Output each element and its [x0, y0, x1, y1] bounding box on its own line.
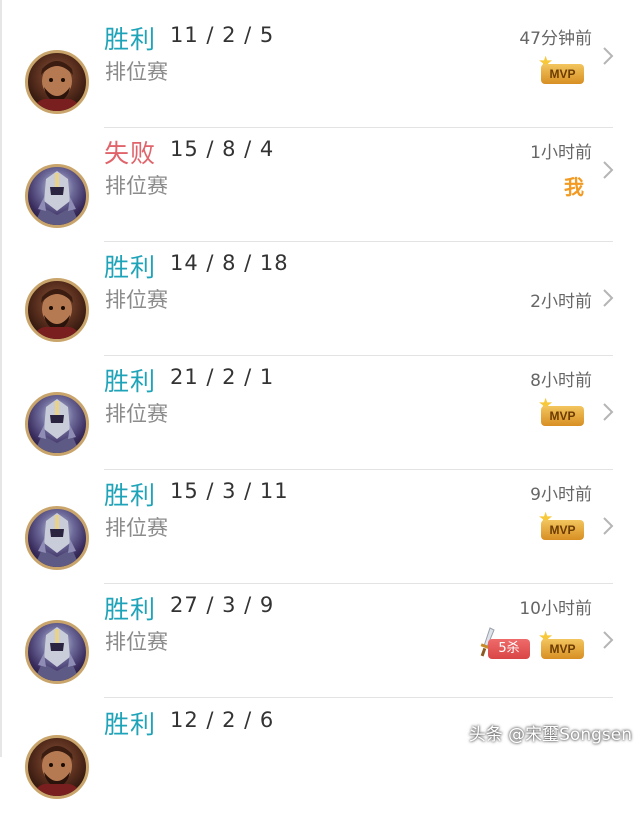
hero-avatar — [25, 392, 89, 456]
warrior-portrait-icon — [32, 746, 82, 796]
me-badge: 我 — [564, 175, 584, 199]
kda-score: 15 / 8 / 4 — [170, 137, 275, 161]
chevron-right-icon — [603, 631, 614, 649]
match-time: 9小时前 — [530, 485, 592, 505]
mvp-badge: ★ MVP — [538, 630, 584, 659]
match-result: 胜利 — [104, 710, 157, 739]
kda-score: 12 / 2 / 6 — [170, 708, 275, 732]
hero-avatar — [25, 506, 89, 570]
match-result: 失败 — [104, 139, 157, 168]
hero-avatar — [25, 620, 89, 684]
match-time: 8小时前 — [530, 371, 592, 391]
chevron-right-icon — [603, 517, 614, 535]
kda-score: 11 / 2 / 5 — [170, 23, 275, 47]
hero-avatar — [25, 164, 89, 228]
match-time: 2小时前 — [530, 292, 592, 312]
mvp-badge: ★ MVP — [538, 511, 584, 540]
mvp-label: MVP — [541, 64, 584, 84]
kda-score: 21 / 2 / 1 — [170, 365, 275, 389]
match-row[interactable]: 胜利 15 / 3 / 11 排位赛 9小时前 ★ MVP — [0, 470, 640, 584]
mvp-badge: ★ MVP — [538, 55, 584, 84]
game-mode: 排位赛 — [105, 288, 168, 312]
match-result: 胜利 — [104, 25, 157, 54]
hero-avatar — [25, 50, 89, 114]
game-mode: 排位赛 — [105, 174, 168, 198]
kills-label: 5杀 — [488, 639, 530, 659]
match-time: 10小时前 — [519, 599, 592, 619]
match-result: 胜利 — [104, 253, 157, 282]
mvp-badge: ★ MVP — [538, 397, 584, 426]
kda-score: 14 / 8 / 18 — [170, 251, 289, 275]
chevron-right-icon — [603, 403, 614, 421]
match-row[interactable]: 失败 15 / 8 / 4 排位赛 1小时前 我 — [0, 128, 640, 242]
watermark: 头条 @宋璽Songsen — [468, 725, 632, 745]
mvp-label: MVP — [541, 639, 584, 659]
game-mode: 排位赛 — [105, 60, 168, 84]
game-mode: 排位赛 — [105, 516, 168, 540]
match-row[interactable]: 胜利 11 / 2 / 5 排位赛 47分钟前 ★ MVP — [0, 14, 640, 128]
badge-area: 我 — [564, 171, 584, 200]
chevron-right-icon — [603, 161, 614, 179]
warrior-portrait-icon — [32, 61, 82, 111]
kda-score: 15 / 3 / 11 — [170, 479, 289, 503]
badge-area: 5杀 ★ MVP — [478, 627, 584, 659]
penta-kill-badge: 5杀 — [478, 627, 530, 659]
match-row[interactable]: 胜利 21 / 2 / 1 排位赛 8小时前 ★ MVP — [0, 356, 640, 470]
badge-area: ★ MVP — [538, 397, 584, 426]
row-divider — [104, 697, 613, 698]
match-row[interactable]: 胜利 12 / 2 / 6 — [0, 699, 640, 813]
chevron-right-icon — [603, 289, 614, 307]
match-result: 胜利 — [104, 595, 157, 624]
match-result: 胜利 — [104, 367, 157, 396]
badge-area: ★ MVP — [538, 511, 584, 540]
match-result: 胜利 — [104, 481, 157, 510]
knight-portrait-icon — [34, 399, 80, 453]
mvp-label: MVP — [541, 520, 584, 540]
mvp-label: MVP — [541, 406, 584, 426]
badge-area: ★ MVP — [538, 55, 584, 84]
knight-portrait-icon — [34, 513, 80, 567]
warrior-portrait-icon — [32, 289, 82, 339]
game-mode: 排位赛 — [105, 630, 168, 654]
match-row[interactable]: 胜利 14 / 8 / 18 排位赛 2小时前 — [0, 242, 640, 356]
knight-portrait-icon — [34, 171, 80, 225]
hero-avatar — [25, 735, 89, 799]
hero-avatar — [25, 278, 89, 342]
chevron-right-icon — [603, 47, 614, 65]
match-time: 47分钟前 — [519, 29, 592, 49]
kda-score: 27 / 3 / 9 — [170, 593, 275, 617]
knight-portrait-icon — [34, 627, 80, 681]
match-time: 1小时前 — [530, 143, 592, 163]
match-row[interactable]: 胜利 27 / 3 / 9 排位赛 10小时前 5杀 ★ MVP — [0, 584, 640, 698]
game-mode: 排位赛 — [105, 402, 168, 426]
